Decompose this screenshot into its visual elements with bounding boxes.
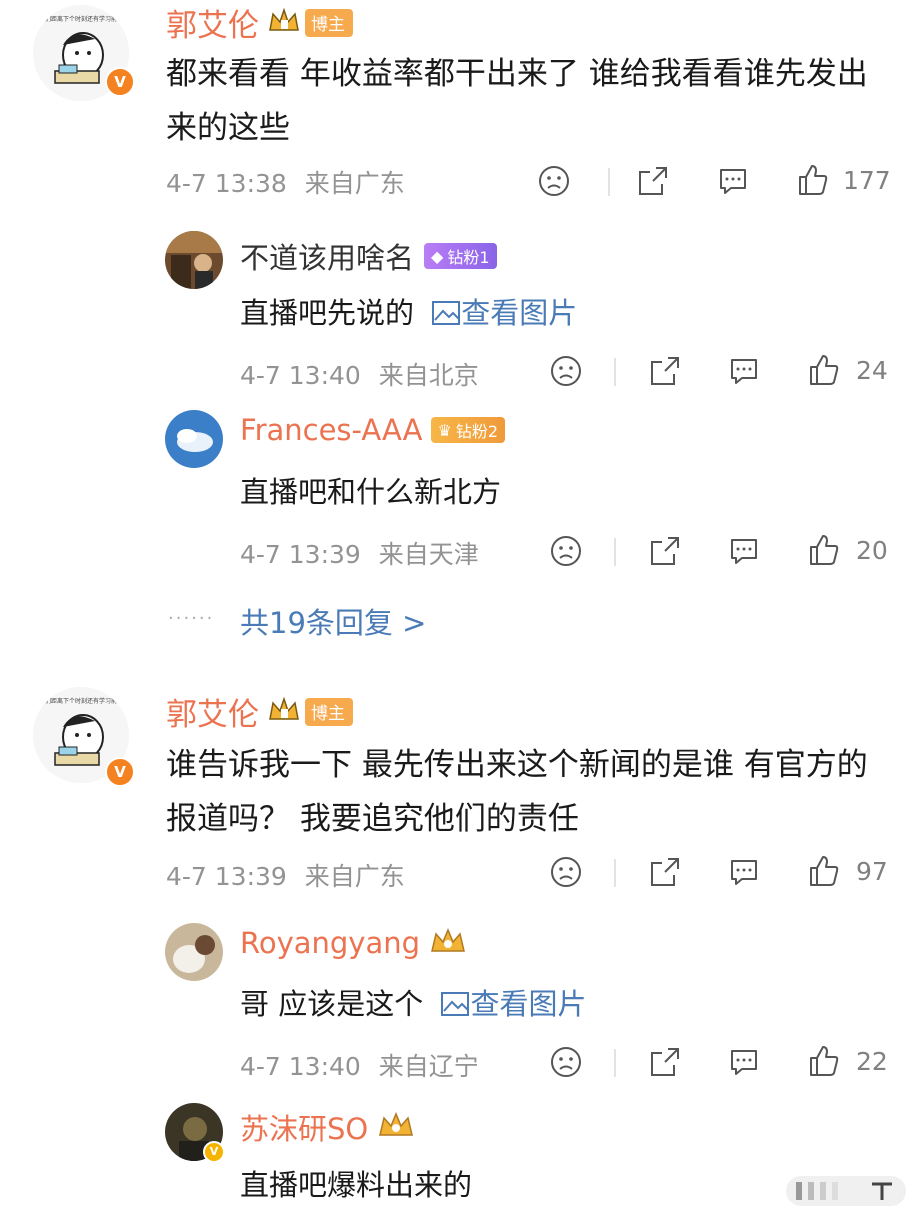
view-image-link[interactable]: 查看图片	[431, 296, 577, 330]
gold-fan-label: 钻粉2	[455, 422, 499, 441]
timestamp: 4-7 13:40	[240, 1052, 361, 1081]
thumbs-up-icon[interactable]	[807, 853, 841, 893]
reply-author-name[interactable]: Frances-AAA	[240, 413, 423, 447]
avatar[interactable]	[165, 923, 223, 981]
location: 来自广东	[304, 862, 405, 891]
diamond-fan-label: 钻粉1	[447, 248, 490, 267]
crown-icon	[267, 6, 301, 40]
timestamp: 4-7 13:38	[166, 169, 287, 198]
comment-icon[interactable]	[727, 534, 761, 572]
blogger-tag: 博主	[305, 8, 353, 37]
comment-icon[interactable]	[727, 1045, 761, 1083]
reply-text: 直播吧爆料出来的	[240, 1168, 473, 1202]
crown-icon	[376, 1110, 416, 1144]
location: 来自北京	[378, 361, 479, 390]
scroll-indicator[interactable]	[786, 1176, 906, 1206]
crown-icon	[428, 926, 468, 960]
divider	[608, 168, 610, 196]
comment-icon[interactable]	[727, 354, 761, 392]
comment-icon[interactable]	[716, 164, 750, 202]
reply-meta: 4-7 13:40 来自辽宁	[240, 1047, 479, 1083]
reply-author-row: Royangyang	[240, 926, 468, 960]
timestamp: 4-7 13:39	[240, 540, 361, 569]
timestamp: 4-7 13:40	[240, 361, 361, 390]
gold-fan-tag: ♛ 钻粉2	[430, 417, 506, 443]
sad-face-icon[interactable]	[537, 164, 571, 202]
view-image-link[interactable]: 查看图片	[440, 987, 586, 1021]
like-count: 24	[856, 356, 888, 385]
diamond-icon: ◆	[431, 246, 444, 266]
reply-text-row: 直播吧先说的 查看图片	[240, 290, 577, 332]
comment: 我们距离下个时刻还有学习前进 V 郭艾伦 博主 谁告诉我一下 最先传出来这个新闻…	[0, 680, 922, 1218]
more-replies-link[interactable]: 共19条回复 >	[240, 600, 426, 642]
location: 来自广东	[304, 169, 405, 198]
divider	[614, 1049, 616, 1077]
location: 来自天津	[378, 540, 479, 569]
reply-author-name[interactable]: 不道该用啥名	[240, 235, 414, 277]
share-icon[interactable]	[648, 534, 682, 572]
comment: 我们距离下个时刻还有学习前进 V 郭艾伦 博主 都来看看 年收益率都干出来了 谁…	[0, 0, 922, 650]
reply-author-name[interactable]: 苏沫研SO	[240, 1106, 368, 1148]
blogger-tag: 博主	[305, 697, 353, 726]
view-image-label: 查看图片	[470, 987, 587, 1021]
sad-face-icon[interactable]	[549, 354, 583, 392]
reply-author-row: 苏沫研SO	[240, 1106, 416, 1148]
author-name[interactable]: 郭艾伦	[166, 0, 259, 45]
crown-icon	[267, 695, 301, 729]
verified-v-icon: V	[203, 1141, 225, 1163]
reply-author-name[interactable]: Royangyang	[240, 926, 420, 960]
reply-meta: 4-7 13:40 来自北京	[240, 356, 479, 392]
more-replies-dots: ······	[168, 608, 215, 629]
diamond-fan-tag: ◆ 钻粉1	[424, 243, 497, 269]
share-icon[interactable]	[636, 164, 670, 202]
thumbs-up-icon[interactable]	[807, 1043, 841, 1083]
reply-text: 哥 应该是这个	[240, 987, 424, 1021]
avatar-caption: 我们距离下个时刻还有学习前进	[39, 15, 123, 23]
thumbs-up-icon[interactable]	[807, 352, 841, 392]
thumbs-up-icon[interactable]	[807, 532, 841, 572]
sad-face-icon[interactable]	[549, 1045, 583, 1083]
location: 来自辽宁	[378, 1052, 479, 1081]
reply-text: 直播吧和什么新北方	[240, 475, 502, 509]
avatar[interactable]	[165, 410, 223, 468]
author-row: 郭艾伦 博主	[166, 689, 353, 734]
share-icon[interactable]	[648, 855, 682, 893]
reply-text-row: 哥 应该是这个 查看图片	[240, 981, 586, 1023]
reply-meta: 4-7 13:39 来自天津	[240, 535, 479, 571]
timestamp: 4-7 13:39	[166, 862, 287, 891]
comment-text: 都来看看 年收益率都干出来了 谁给我看看谁先发出来的这些	[166, 56, 868, 146]
reply-text: 直播吧先说的	[240, 296, 415, 330]
share-icon[interactable]	[648, 354, 682, 392]
divider	[614, 358, 616, 386]
reply-author-row: Frances-AAA ♛ 钻粉2	[240, 413, 506, 447]
verified-v-icon: V	[105, 757, 135, 787]
author-name[interactable]: 郭艾伦	[166, 689, 259, 734]
avatar-caption: 我们距离下个时刻还有学习前进	[39, 697, 123, 705]
crown-icon: ♛	[437, 420, 452, 440]
avatar[interactable]	[165, 231, 223, 289]
sad-face-icon[interactable]	[549, 855, 583, 893]
comment-text: 谁告诉我一下 最先传出来这个新闻的是谁 有官方的报道吗？ 我要追究他们的责任	[166, 747, 868, 837]
thumbs-up-icon[interactable]	[796, 162, 830, 202]
like-count: 20	[856, 536, 888, 565]
divider	[614, 859, 616, 887]
verified-v-icon: V	[105, 67, 135, 97]
like-count: 22	[856, 1047, 888, 1076]
image-icon	[441, 992, 470, 1016]
author-row: 郭艾伦 博主	[166, 0, 353, 45]
comment-icon[interactable]	[727, 855, 761, 893]
like-count: 177	[843, 166, 891, 195]
image-icon	[432, 301, 461, 325]
sad-face-icon[interactable]	[549, 534, 583, 572]
share-icon[interactable]	[648, 1045, 682, 1083]
comment-meta: 4-7 13:38 来自广东	[166, 164, 405, 200]
divider	[614, 538, 616, 566]
comment-meta: 4-7 13:39 来自广东	[166, 857, 405, 893]
reply-author-row: 不道该用啥名 ◆ 钻粉1	[240, 235, 497, 277]
view-image-label: 查看图片	[461, 296, 578, 330]
like-count: 97	[856, 857, 888, 886]
